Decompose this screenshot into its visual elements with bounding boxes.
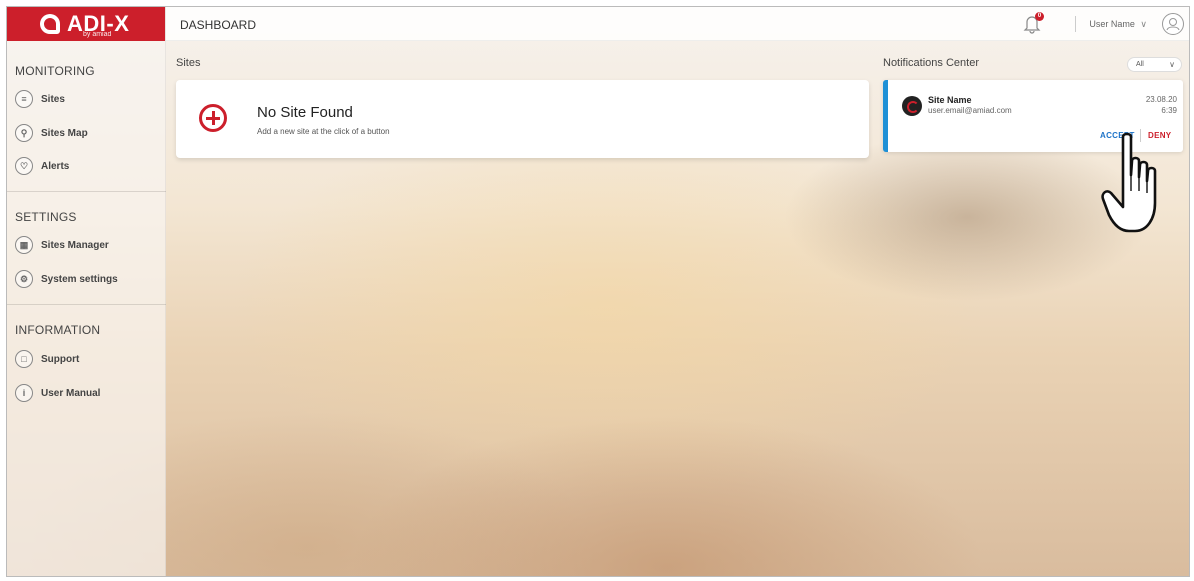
sidebar-divider	[7, 304, 166, 305]
page-title: DASHBOARD	[180, 18, 257, 32]
sidebar-item-label: Alerts	[41, 160, 70, 172]
sidebar-item-label: System settings	[41, 273, 118, 285]
section-title-information: INFORMATION	[15, 323, 101, 337]
brand-sub: by amiad	[83, 31, 112, 38]
notification-email: user.email@amiad.com	[928, 106, 1012, 115]
site-logo-icon	[902, 96, 922, 116]
map-pin-icon: ⚲	[15, 124, 33, 142]
section-title-monitoring: MONITORING	[15, 64, 95, 78]
hand-cursor-icon	[1101, 132, 1157, 233]
logo-mark-icon	[40, 14, 60, 34]
sites-section-title: Sites	[176, 57, 201, 69]
user-icon	[1166, 18, 1180, 31]
notification-time: 6:39	[1161, 106, 1177, 115]
chat-icon: □	[15, 350, 33, 368]
filter-value: All	[1136, 61, 1144, 68]
empty-state-subtitle: Add a new site at the click of a button	[257, 127, 390, 136]
notification-date: 23.08.20	[1145, 95, 1177, 104]
chevron-down-icon: ∨	[1140, 19, 1147, 29]
sidebar: ADI-X by amiad MONITORING ≡ Sites ⚲ Site…	[7, 7, 166, 576]
empty-state-title: No Site Found	[257, 104, 353, 121]
app-window: ADI-X by amiad MONITORING ≡ Sites ⚲ Site…	[6, 6, 1190, 577]
sidebar-item-sites-manager[interactable]: ▦ Sites Manager	[7, 235, 166, 255]
bell-icon: ♡	[15, 157, 33, 175]
sidebar-item-system-settings[interactable]: ⚙ System settings	[7, 269, 166, 289]
brand-logo[interactable]: ADI-X by amiad	[7, 7, 165, 41]
user-name: User Name	[1089, 19, 1135, 29]
sidebar-item-label: Sites Map	[41, 127, 88, 139]
sidebar-item-label: Sites Manager	[41, 239, 109, 251]
sidebar-item-sites-map[interactable]: ⚲ Sites Map	[7, 123, 166, 143]
header-divider	[1075, 16, 1076, 32]
sidebar-item-alerts[interactable]: ♡ Alerts	[7, 156, 166, 176]
notifications-filter-select[interactable]: All ∨	[1127, 57, 1182, 72]
sidebar-item-label: User Manual	[41, 387, 101, 399]
sidebar-item-support[interactable]: □ Support	[7, 349, 166, 369]
section-title-settings: SETTINGS	[15, 210, 77, 224]
sidebar-item-label: Support	[41, 353, 80, 365]
notifications-bell[interactable]: 0	[1023, 12, 1044, 34]
top-header: DASHBOARD 0 User Name ∨	[166, 7, 1189, 41]
user-menu[interactable]: User Name ∨	[1089, 19, 1147, 30]
notification-badge: 0	[1035, 12, 1044, 21]
sites-manager-icon: ▦	[15, 236, 33, 254]
gear-icon: ⚙	[15, 270, 33, 288]
chevron-down-icon: ∨	[1169, 60, 1175, 69]
layers-icon: ≡	[15, 90, 33, 108]
sidebar-item-user-manual[interactable]: i User Manual	[7, 383, 166, 403]
empty-sites-card: No Site Found Add a new site at the clic…	[176, 80, 869, 158]
sidebar-divider	[7, 191, 166, 192]
notifications-title: Notifications Center	[883, 57, 979, 69]
sidebar-item-sites[interactable]: ≡ Sites	[7, 89, 166, 109]
notification-site-name: Site Name	[928, 95, 972, 105]
add-site-button[interactable]	[199, 104, 227, 132]
info-icon: i	[15, 384, 33, 402]
avatar[interactable]	[1162, 13, 1184, 35]
sidebar-item-label: Sites	[41, 93, 65, 105]
